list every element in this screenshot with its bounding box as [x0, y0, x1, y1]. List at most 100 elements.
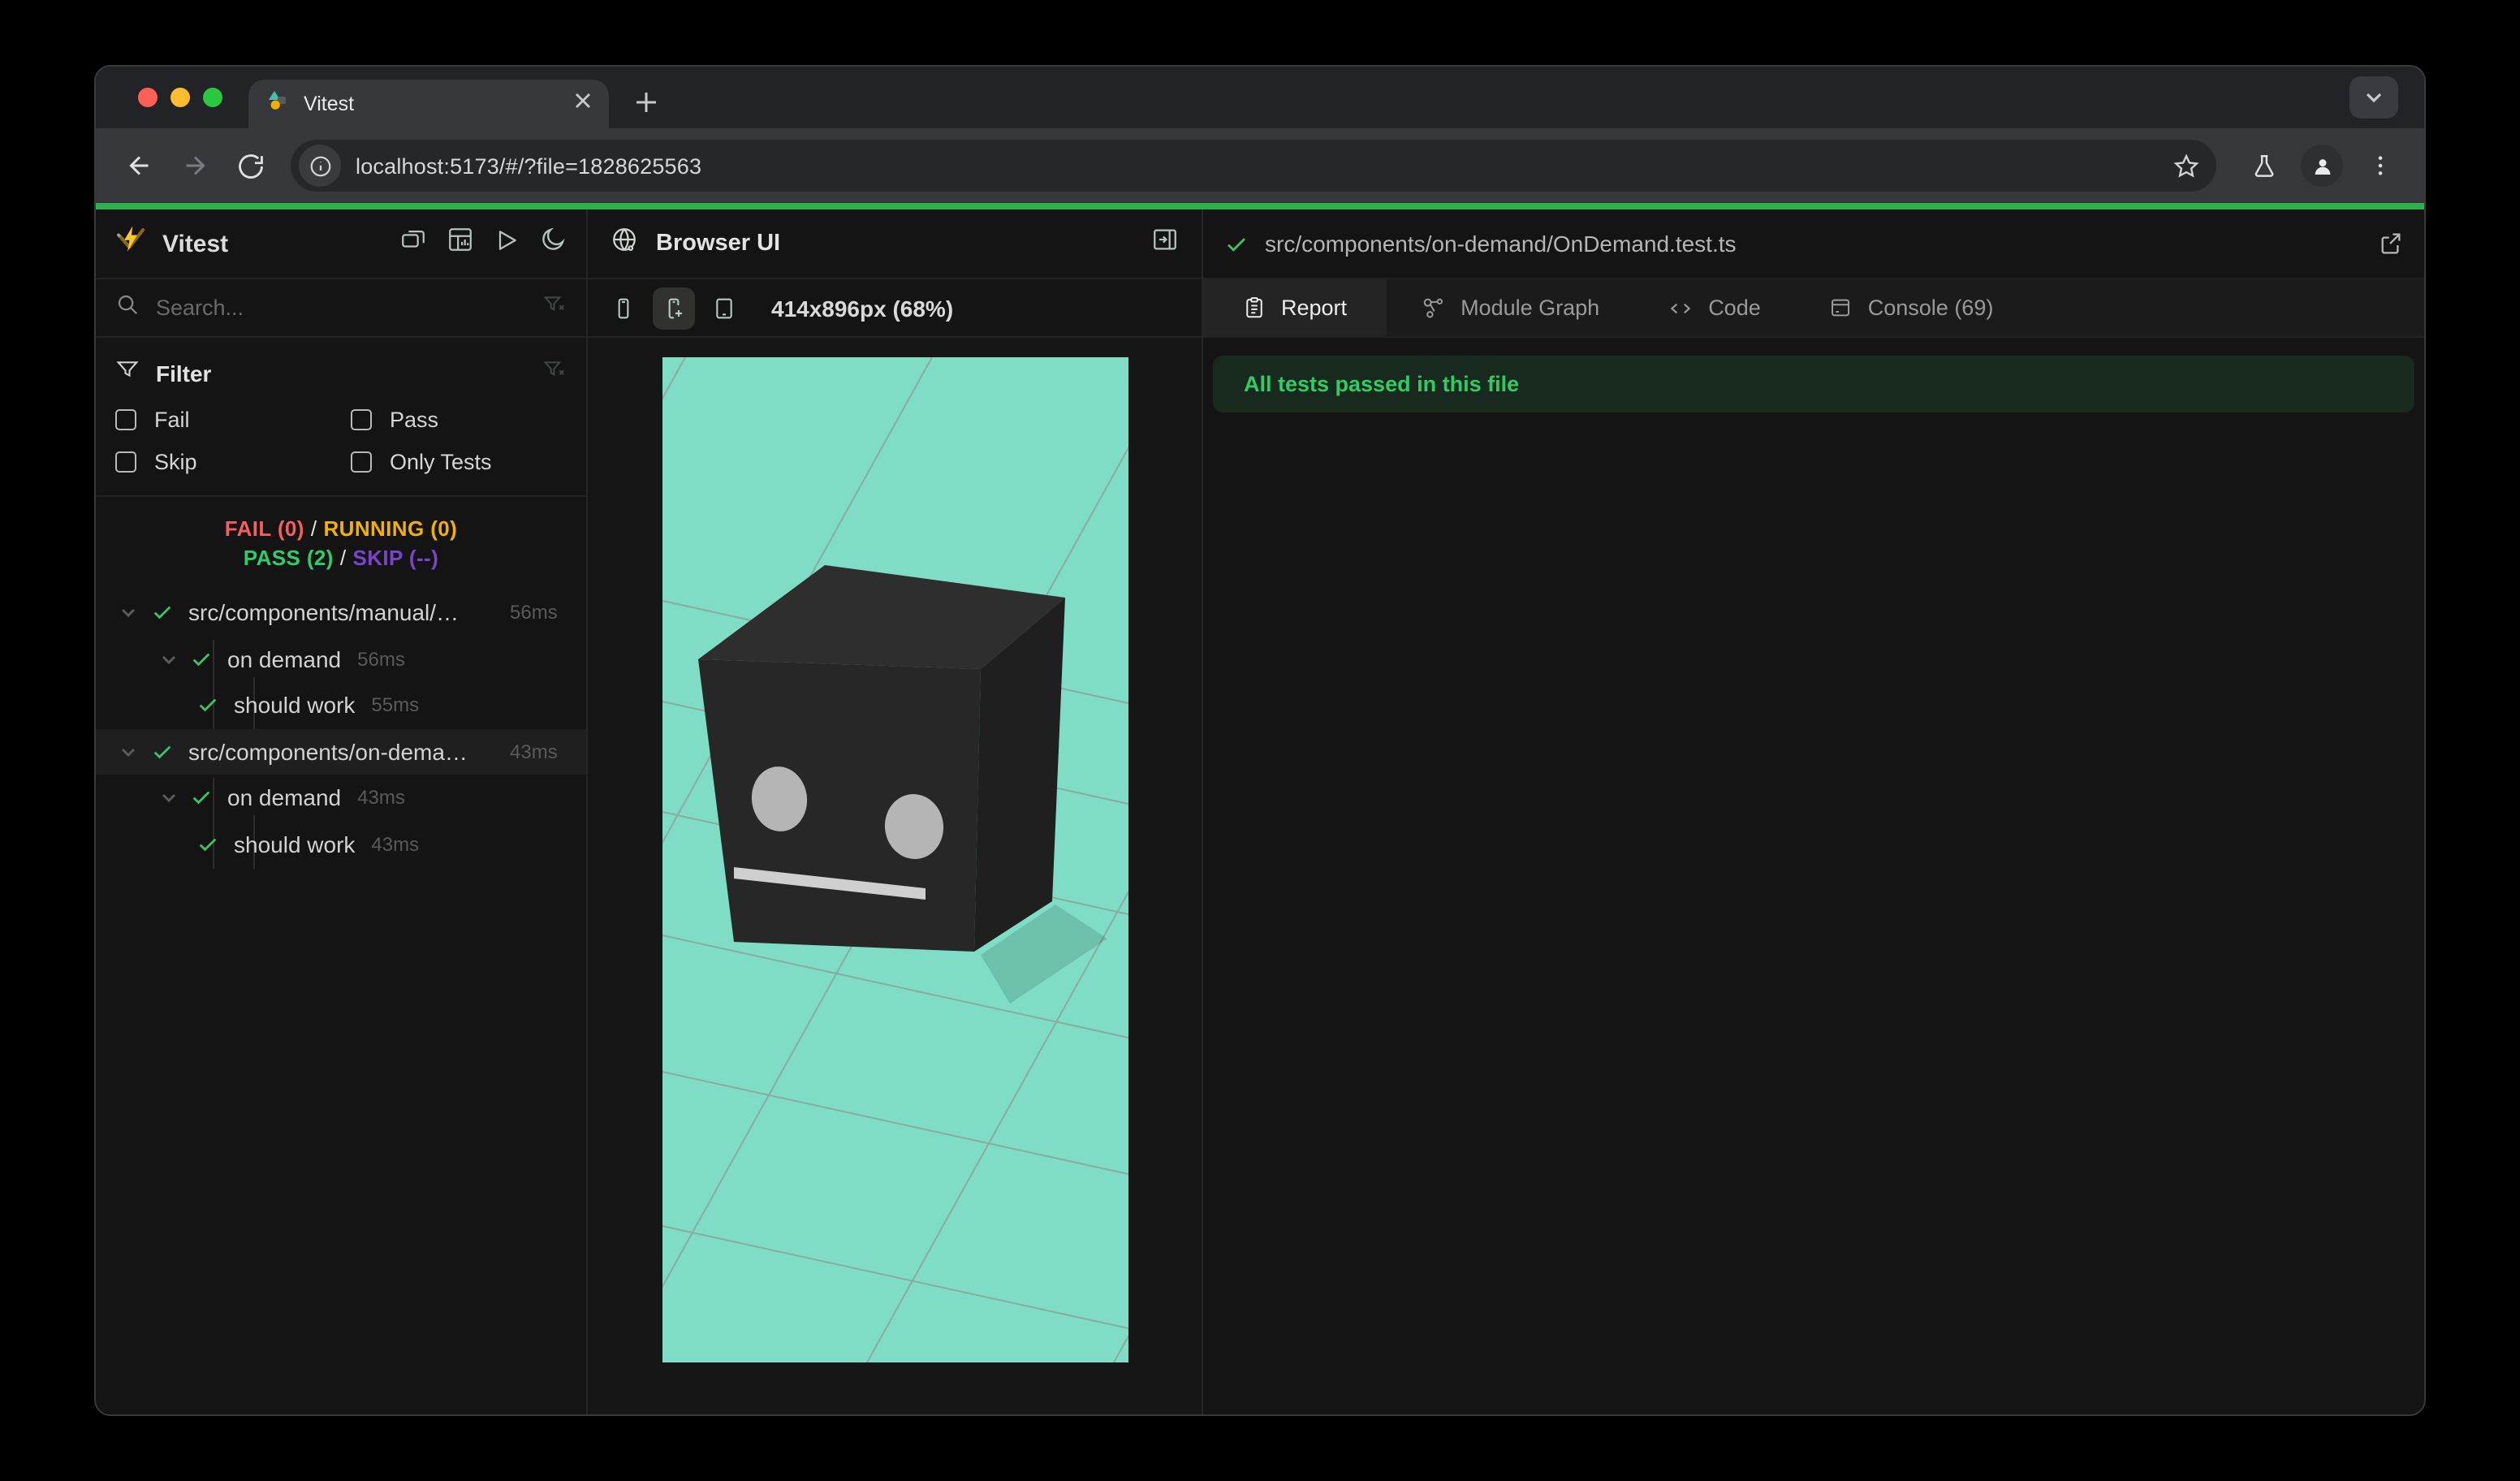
close-window-button[interactable]	[138, 88, 158, 107]
skip-count: SKIP (--)	[352, 546, 439, 570]
filter-title: Filter	[156, 361, 212, 386]
experiments-flask-icon[interactable]	[2241, 143, 2286, 188]
console-icon	[1829, 296, 1853, 320]
duration: 55ms	[371, 693, 420, 717]
pass-check-icon	[151, 602, 174, 624]
filter-section: Filter Fail Pass Skip Only Tests	[96, 338, 586, 497]
desktop: Vitest localhost:5173/#/?file=1828625563	[0, 0, 2520, 1481]
pass-check-icon	[196, 694, 219, 717]
filter-checkbox-pass[interactable]: Pass	[351, 408, 567, 432]
progress-accent-bar	[96, 203, 2424, 209]
device-phone-plus-button[interactable]	[653, 287, 695, 329]
checkbox-icon[interactable]	[351, 409, 372, 430]
clear-search-filter-icon[interactable]	[542, 291, 567, 324]
tab-strip: Vitest	[96, 67, 2424, 128]
test-case-row[interactable]: should work 43ms	[96, 821, 586, 867]
browser-window: Vitest localhost:5173/#/?file=1828625563	[94, 65, 2426, 1416]
pass-count: PASS (2)	[243, 546, 334, 570]
duration: 43ms	[357, 786, 405, 810]
pass-check-icon	[190, 787, 213, 810]
filter-checkbox-fail[interactable]: Fail	[115, 408, 351, 432]
new-tab-button[interactable]	[625, 81, 667, 123]
tab-console[interactable]: Console (69)	[1795, 279, 2028, 336]
browser-menu-icon[interactable]	[2358, 143, 2403, 188]
test-browser-viewport[interactable]	[662, 357, 1128, 1362]
browser-ui-panel: Browser UI 414x896px (68%)	[588, 209, 1203, 1414]
tab-close-icon[interactable]	[573, 89, 593, 119]
report-tab-bar: Report Module Graph Code Console (69)	[1203, 279, 2424, 338]
funnel-icon	[115, 357, 140, 390]
chevron-down-icon[interactable]	[119, 742, 138, 762]
device-tablet-button[interactable]	[703, 287, 745, 329]
url-text[interactable]: localhost:5173/#/?file=1828625563	[356, 153, 2164, 178]
run-all-icon[interactable]	[494, 227, 520, 261]
checkbox-icon[interactable]	[115, 409, 136, 430]
test-file-row-selected[interactable]: src/components/on-dema… 43ms	[96, 728, 586, 775]
report-panel: src/components/on-demand/OnDemand.test.t…	[1203, 209, 2424, 1414]
search-input[interactable]	[156, 296, 526, 320]
viewport-size-label: 414x896px (68%)	[771, 295, 954, 321]
globe-icon	[611, 226, 638, 261]
collapse-panels-icon[interactable]	[399, 226, 427, 261]
browser-preview-area	[588, 338, 1202, 1414]
test-suite-row[interactable]: on demand 43ms	[96, 775, 586, 821]
module-graph-icon	[1420, 295, 1446, 321]
dark-mode-moon-icon[interactable]	[539, 226, 567, 261]
browser-toolbar: localhost:5173/#/?file=1828625563	[96, 128, 2424, 203]
search-icon	[115, 291, 140, 324]
vitest-logo-icon	[115, 224, 146, 263]
test-explorer-sidebar: Vitest Search... Filter Fail Pass Skip O…	[96, 209, 588, 1414]
zoom-window-button[interactable]	[203, 88, 222, 107]
pass-check-icon	[196, 833, 219, 856]
file-pass-check-icon	[1224, 231, 1249, 256]
collapse-panel-right-icon[interactable]	[1151, 226, 1179, 261]
chevron-down-icon[interactable]	[159, 650, 179, 669]
open-external-icon[interactable]	[2377, 231, 2403, 257]
clear-filters-icon[interactable]	[542, 357, 567, 390]
profile-avatar[interactable]	[2301, 145, 2343, 187]
checkbox-icon[interactable]	[115, 451, 136, 473]
code-icon	[1668, 295, 1694, 321]
dashboard-icon[interactable]	[447, 226, 474, 261]
back-button[interactable]	[117, 143, 162, 188]
address-bar[interactable]: localhost:5173/#/?file=1828625563	[291, 140, 2216, 192]
device-phone-small-button[interactable]	[602, 287, 645, 329]
duration: 56ms	[357, 647, 405, 671]
checkbox-icon[interactable]	[351, 451, 372, 473]
bookmark-star-icon[interactable]	[2164, 145, 2207, 187]
test-case-row[interactable]: should work 55ms	[96, 682, 586, 728]
test-file-path: src/components/on-demand/OnDemand.test.t…	[1265, 231, 1737, 257]
filter-checkbox-skip[interactable]: Skip	[115, 450, 351, 474]
chevron-down-icon[interactable]	[119, 603, 138, 623]
test-tree: src/components/manual/… 56ms on demand 5…	[96, 589, 586, 1414]
browser-tab[interactable]: Vitest	[248, 80, 609, 128]
running-count: RUNNING (0)	[323, 516, 458, 541]
device-toolbar: 414x896px (68%)	[588, 279, 1202, 338]
app-title: Vitest	[162, 230, 229, 257]
forward-button[interactable]	[172, 143, 218, 188]
duration: 56ms	[510, 601, 558, 624]
report-clipboard-icon	[1242, 296, 1266, 320]
tab-module-graph[interactable]: Module Graph	[1386, 279, 1633, 336]
vitest-favicon-icon	[265, 87, 291, 121]
test-file-row[interactable]: src/components/manual/… 56ms	[96, 589, 586, 636]
tab-code[interactable]: Code	[1633, 279, 1795, 336]
duration: 43ms	[510, 740, 558, 763]
duration: 43ms	[371, 832, 420, 856]
tab-title: Vitest	[304, 93, 355, 115]
site-info-icon[interactable]	[299, 145, 341, 187]
tab-search-button[interactable]	[2350, 76, 2398, 119]
chevron-down-icon[interactable]	[159, 788, 179, 808]
window-controls	[138, 88, 222, 107]
test-suite-row[interactable]: on demand 56ms	[96, 636, 586, 682]
test-summary: FAIL (0) / RUNNING (0) PASS (2) / SKIP (--)	[224, 516, 458, 570]
minimize-window-button[interactable]	[170, 88, 190, 107]
report-content: All tests passed in this file	[1203, 338, 2424, 1414]
reload-button[interactable]	[227, 143, 273, 188]
filter-checkbox-only-tests[interactable]: Only Tests	[351, 450, 567, 474]
fail-count: FAIL (0)	[224, 516, 304, 541]
all-tests-passed-banner: All tests passed in this file	[1213, 356, 2414, 412]
pass-check-icon	[151, 740, 174, 763]
tab-report[interactable]: Report	[1203, 279, 1387, 336]
panel-title: Browser UI	[656, 231, 781, 257]
